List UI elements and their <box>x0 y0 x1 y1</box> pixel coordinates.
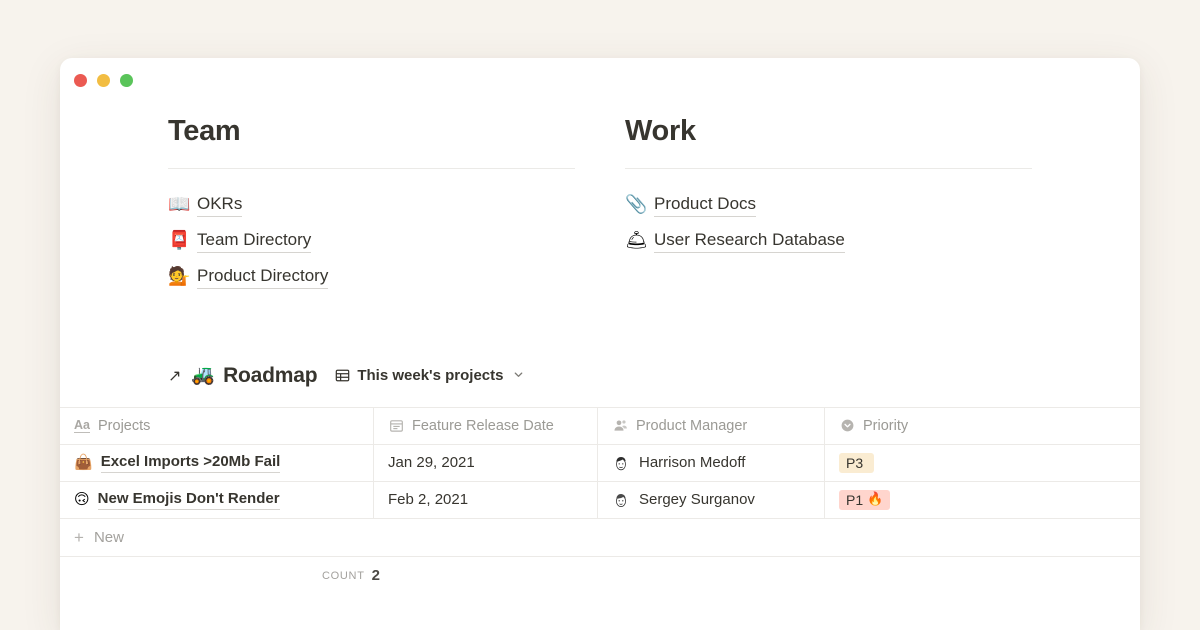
link-columns: Team 📖 OKRs 📮 Team Directory 💁 Product D… <box>60 116 1140 295</box>
count-summary[interactable]: COUNT 2 <box>60 557 642 595</box>
project-title: Excel Imports >20Mb Fail <box>101 453 281 473</box>
fire-emoji: 🔥 <box>867 493 883 506</box>
upside-down-face-emoji: 🙃 <box>74 492 90 507</box>
avatar <box>612 454 630 472</box>
link-item-product-docs[interactable]: 📎 Product Docs <box>625 187 1032 223</box>
select-icon <box>839 418 855 434</box>
link-label: Team Directory <box>197 229 311 252</box>
cell-priority[interactable]: P3 <box>825 445 1140 481</box>
app-window: Team 📖 OKRs 📮 Team Directory 💁 Product D… <box>60 58 1140 630</box>
column-header-label: Projects <box>98 418 150 434</box>
add-new-row-label: New <box>94 529 124 546</box>
column-header-label: Priority <box>863 418 908 434</box>
tractor-emoji: 🚜 <box>191 366 215 385</box>
link-item-team-directory[interactable]: 📮 Team Directory <box>168 223 575 259</box>
column-header-label: Feature Release Date <box>412 418 554 434</box>
product-manager-name: Sergey Surganov <box>639 491 755 508</box>
person-icon <box>612 418 628 434</box>
column-team: Team 📖 OKRs 📮 Team Directory 💁 Product D… <box>168 116 575 295</box>
column-title-work: Work <box>625 116 1032 148</box>
release-date-value: Feb 2, 2021 <box>388 491 468 508</box>
add-new-row-button[interactable]: + New <box>60 519 1140 557</box>
close-window-button[interactable] <box>74 74 87 87</box>
link-item-okrs[interactable]: 📖 OKRs <box>168 187 575 223</box>
table-row[interactable]: 👜 Excel Imports >20Mb Fail Jan 29, 2021 <box>60 445 1140 482</box>
roadmap-title[interactable]: Roadmap <box>223 364 317 388</box>
maximize-window-button[interactable] <box>120 74 133 87</box>
table-view-icon <box>334 368 350 384</box>
table-row[interactable]: 🙃 New Emojis Don't Render Feb 2, 2021 <box>60 482 1140 519</box>
calendar-icon <box>388 418 404 434</box>
link-label: Product Docs <box>654 193 756 216</box>
cell-priority[interactable]: P1 🔥 <box>825 482 1140 518</box>
person-tipping-hand-emoji: 💁 <box>168 268 188 286</box>
cell-product-manager[interactable]: Sergey Surganov <box>598 482 825 518</box>
minimize-window-button[interactable] <box>97 74 110 87</box>
view-selector[interactable]: This week's projects <box>334 367 523 384</box>
priority-label: P3 <box>846 456 863 470</box>
count-value: 2 <box>372 567 380 584</box>
priority-tag: P3 <box>839 453 874 473</box>
column-work: Work 📎 Product Docs 🛎 User Research Data… <box>625 116 1032 295</box>
column-header-label: Product Manager <box>636 418 747 434</box>
cell-release-date[interactable]: Feb 2, 2021 <box>374 482 598 518</box>
cell-product-manager[interactable]: Harrison Medoff <box>598 445 825 481</box>
link-label: User Research Database <box>654 229 845 252</box>
avatar <box>612 491 630 509</box>
roadmap-header: ↗ 🚜 Roadmap This week's projects <box>60 361 1140 391</box>
page-content: Team 📖 OKRs 📮 Team Directory 💁 Product D… <box>60 116 1140 595</box>
link-item-user-research-database[interactable]: 🛎 User Research Database <box>625 223 1032 259</box>
release-date-value: Jan 29, 2021 <box>388 454 475 471</box>
view-label: This week's projects <box>357 367 503 384</box>
cell-project[interactable]: 👜 Excel Imports >20Mb Fail <box>60 445 374 481</box>
link-item-product-directory[interactable]: 💁 Product Directory <box>168 259 575 295</box>
chevron-down-icon <box>513 369 524 383</box>
cell-release-date[interactable]: Jan 29, 2021 <box>374 445 598 481</box>
text-type-icon: Aa <box>74 418 90 434</box>
priority-label: P1 <box>846 493 863 507</box>
column-divider-team <box>168 168 575 169</box>
open-book-emoji: 📖 <box>168 196 188 214</box>
column-header-product-manager[interactable]: Product Manager <box>598 408 825 444</box>
table-header-row: Aa Projects Feature Release Date <box>60 408 1140 445</box>
window-traffic-lights <box>74 74 133 87</box>
paperclip-emoji: 📎 <box>625 196 645 214</box>
cell-project[interactable]: 🙃 New Emojis Don't Render <box>60 482 374 518</box>
handbag-emoji: 👜 <box>74 455 93 470</box>
priority-tag: P1 🔥 <box>839 490 890 510</box>
count-label: COUNT <box>322 570 365 582</box>
postbox-emoji: 📮 <box>168 232 188 250</box>
product-manager-name: Harrison Medoff <box>639 454 745 471</box>
roadmap-table: Aa Projects Feature Release Date <box>60 407 1140 595</box>
column-header-projects[interactable]: Aa Projects <box>60 408 374 444</box>
column-divider-work <box>625 168 1032 169</box>
plus-icon: + <box>74 529 84 546</box>
open-in-new-arrow-icon[interactable]: ↗ <box>168 368 181 384</box>
column-title-team: Team <box>168 116 575 148</box>
column-header-feature-release-date[interactable]: Feature Release Date <box>374 408 598 444</box>
column-header-priority[interactable]: Priority <box>825 408 1140 444</box>
bellhop-bell-emoji: 🛎 <box>625 232 645 250</box>
link-label: Product Directory <box>197 265 328 288</box>
link-label: OKRs <box>197 193 242 216</box>
project-title: New Emojis Don't Render <box>98 490 280 510</box>
